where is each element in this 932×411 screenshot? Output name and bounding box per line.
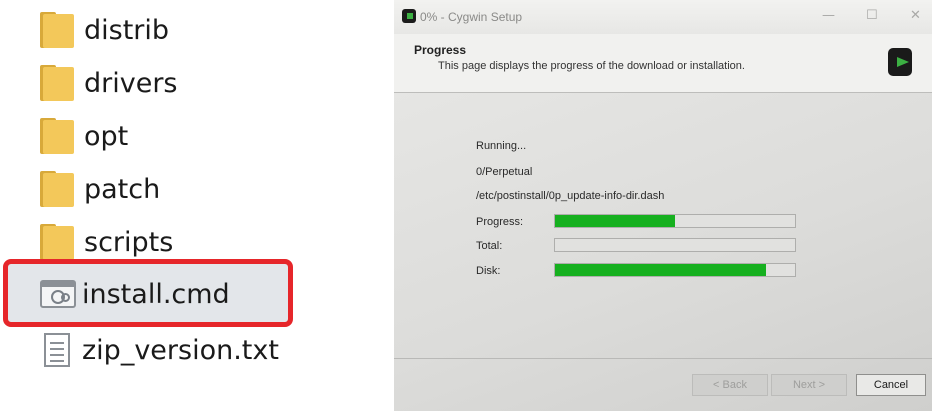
total-bar: [554, 238, 796, 252]
file-item-patch[interactable]: patch: [40, 169, 340, 209]
footer-divider: [394, 358, 932, 359]
cygwin-app-icon: [402, 9, 416, 23]
file-item-distrib[interactable]: distrib: [40, 10, 340, 50]
page-title: Progress: [414, 43, 467, 57]
cygwin-setup-window: 0% - Cygwin Setup — ☐ ✕ Progress This pa…: [394, 0, 932, 411]
title-bar: 0% - Cygwin Setup — ☐ ✕: [394, 0, 932, 34]
file-item-install-cmd[interactable]: install.cmd: [40, 274, 340, 314]
file-item-scripts[interactable]: scripts: [40, 222, 340, 262]
file-item-drivers[interactable]: drivers: [40, 63, 340, 103]
page-header: Progress This page displays the progress…: [394, 34, 932, 93]
file-name: patch: [84, 173, 161, 205]
disk-label: Disk:: [476, 265, 501, 277]
file-list: distrib drivers opt patch scripts instal…: [0, 0, 380, 411]
file-name: scripts: [84, 226, 174, 258]
back-button[interactable]: < Back: [692, 374, 768, 396]
minimize-icon[interactable]: —: [822, 8, 835, 23]
text-file-icon: [44, 333, 70, 367]
status-script: /etc/postinstall/0p_update-info-dir.dash: [476, 190, 665, 202]
folder-icon: [40, 12, 74, 48]
close-icon[interactable]: ✕: [910, 8, 921, 23]
file-name: zip_version.txt: [82, 334, 279, 366]
file-name: distrib: [84, 14, 170, 46]
cmd-file-icon: [40, 280, 76, 308]
file-name: drivers: [84, 67, 178, 99]
disk-bar: [554, 263, 796, 277]
folder-icon: [40, 65, 74, 101]
total-label: Total:: [476, 240, 503, 252]
progress-bar: [554, 214, 796, 228]
next-button[interactable]: Next >: [771, 374, 847, 396]
file-item-opt[interactable]: opt: [40, 116, 340, 156]
progress-label: Progress:: [476, 216, 524, 228]
page-subtitle: This page displays the progress of the d…: [438, 60, 745, 72]
cygwin-logo-icon: [888, 48, 912, 76]
disk-bar-fill: [555, 264, 767, 276]
file-name: install.cmd: [82, 278, 230, 310]
file-name: opt: [84, 120, 129, 152]
maximize-icon[interactable]: ☐: [866, 8, 878, 23]
folder-icon: [40, 224, 74, 260]
status-running: Running...: [476, 140, 527, 152]
status-package: 0/Perpetual: [476, 166, 533, 178]
file-item-zip-version[interactable]: zip_version.txt: [40, 330, 340, 370]
folder-icon: [40, 171, 74, 207]
folder-icon: [40, 118, 74, 154]
cancel-button[interactable]: Cancel: [856, 374, 926, 396]
progress-bar-fill: [555, 215, 675, 227]
window-title: 0% - Cygwin Setup: [420, 10, 523, 24]
